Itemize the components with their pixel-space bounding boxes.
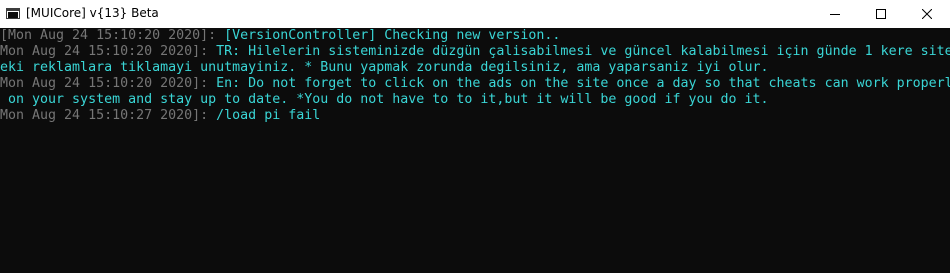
log-message: deki reklamlara tiklamayi unutmayiniz. *… [0,60,769,75]
log-message: En: Do not forget to click on the ads on… [216,76,950,91]
title-bar[interactable]: [MUICore] v{13} Beta [0,0,950,28]
close-icon [922,9,932,19]
console-window: [MUICore] v{13} Beta [Mon Aug 24 15:10:2… [0,0,950,273]
console-line: [Mon Aug 24 15:10:20 2020]: [VersionCont… [0,28,560,44]
console-app-icon [6,8,20,19]
log-timestamp: [Mon Aug 24 15:10:20 2020]: [0,76,217,91]
log-timestamp: [Mon Aug 24 15:10:27 2020]: [0,108,217,123]
log-message: TR: Hilelerin sisteminizde düzgün çalisa… [216,44,950,59]
log-timestamp: [Mon Aug 24 15:10:20 2020]: [0,44,217,59]
maximize-icon [876,9,886,19]
maximize-button[interactable] [858,0,904,28]
minimize-icon [830,14,840,15]
log-message: y on your system and stay up to date. *Y… [0,92,769,107]
log-timestamp: [Mon Aug 24 15:10:20 2020]: [0,28,225,43]
log-message: /load pi fail [216,108,321,123]
close-button[interactable] [904,0,950,28]
log-message: [VersionController] Checking new version… [224,28,561,43]
console-line: deki reklamlara tiklamayi unutmayiniz. *… [0,60,769,76]
console-line: y on your system and stay up to date. *Y… [0,92,769,108]
console-line: [Mon Aug 24 15:10:20 2020]: En: Do not f… [0,76,950,92]
minimize-button[interactable] [812,0,858,28]
console-line: [Mon Aug 24 15:10:27 2020]: /load pi fai… [0,108,320,124]
window-title: [MUICore] v{13} Beta [26,6,159,20]
console-output[interactable]: [Mon Aug 24 15:10:20 2020]: [VersionCont… [0,28,950,273]
console-line: [Mon Aug 24 15:10:20 2020]: TR: Hileleri… [0,44,950,60]
